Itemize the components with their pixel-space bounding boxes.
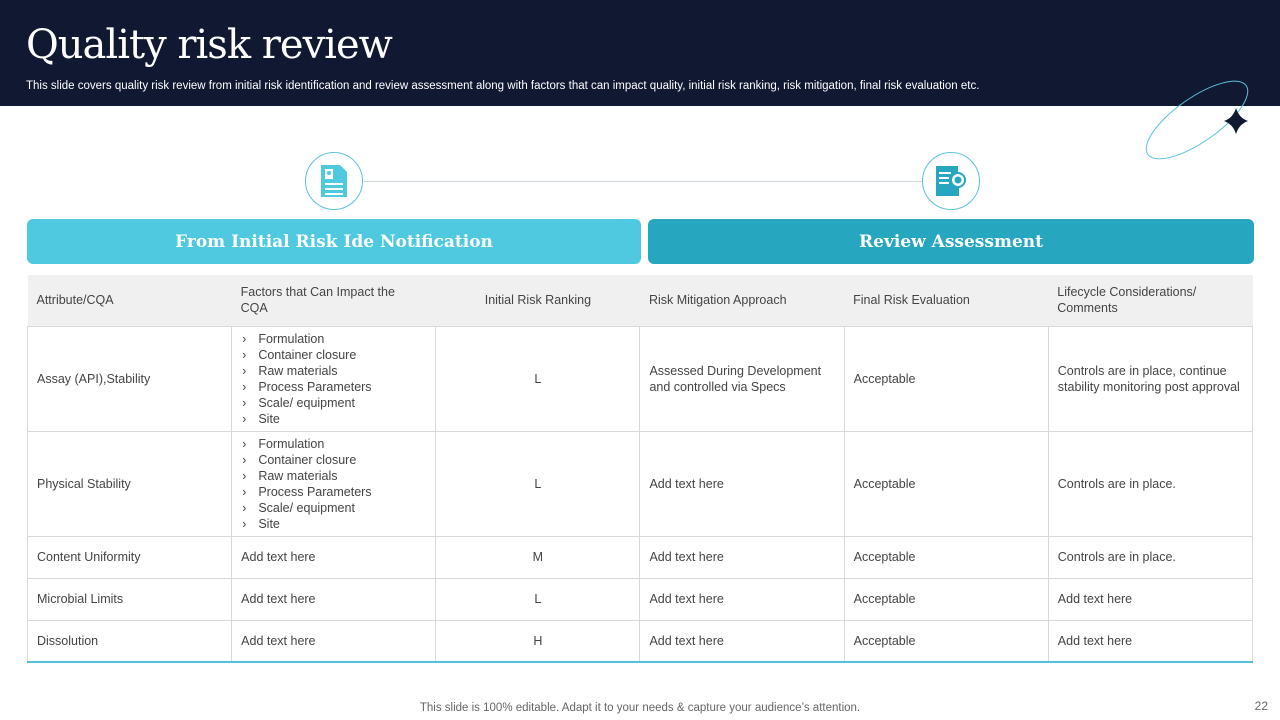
factor-item: Formulation <box>241 436 426 452</box>
table-row: Assay (API),Stability FormulationContain… <box>26 325 1254 432</box>
cell-final-evaluation: Acceptable <box>843 325 1049 432</box>
cell-comments: Controls are in place. <box>1047 535 1254 579</box>
table-row: Physical Stability FormulationContainer … <box>26 430 1254 537</box>
subtitle: This slide covers quality risk review fr… <box>26 80 980 92</box>
table-header-row: Attribute/CQA Factors that Can Impact th… <box>27 275 1253 326</box>
col-header: Lifecycle Considerations/ Comments <box>1048 275 1253 326</box>
cell-factors: FormulationContainer closureRaw material… <box>231 430 437 537</box>
cell-comments: Add text here <box>1047 619 1254 663</box>
page-title: Quality risk review <box>26 22 393 68</box>
factors-text: Add text here <box>241 550 316 564</box>
connector-line <box>364 181 922 182</box>
cell-comments: Controls are in place. <box>1047 430 1254 537</box>
col-header: Factors that Can Impact the CQA <box>231 275 436 326</box>
factor-list: FormulationContainer closureRaw material… <box>241 331 426 427</box>
cell-final-evaluation: Acceptable <box>843 619 1049 663</box>
factor-item: Process Parameters <box>241 379 426 395</box>
cell-risk-ranking: M <box>435 535 641 579</box>
factors-text: Add text here <box>241 592 316 606</box>
cell-final-evaluation: Acceptable <box>843 535 1049 579</box>
cell-attribute: Assay (API),Stability <box>26 325 233 432</box>
factor-item: Container closure <box>241 347 426 363</box>
factor-item: Site <box>241 411 426 427</box>
document-profile-icon <box>305 152 363 210</box>
factor-item: Raw materials <box>241 363 426 379</box>
cell-factors: Add text here <box>231 619 437 663</box>
col-header: Initial Risk Ranking <box>435 275 640 326</box>
factor-item: Formulation <box>241 331 426 347</box>
cell-final-evaluation: Acceptable <box>843 430 1049 537</box>
cell-risk-ranking: L <box>435 325 641 432</box>
col-header: Final Risk Evaluation <box>844 275 1049 326</box>
cell-factors: Add text here <box>231 577 437 621</box>
cell-final-evaluation: Acceptable <box>843 577 1049 621</box>
cell-comments: Controls are in place, continue stabilit… <box>1047 325 1254 432</box>
cell-mitigation: Add text here <box>639 619 845 663</box>
footer-note: This slide is 100% editable. Adapt it to… <box>419 702 861 714</box>
cell-factors: FormulationContainer closureRaw material… <box>231 325 437 432</box>
factor-item: Scale/ equipment <box>241 395 426 411</box>
cell-mitigation: Add text here <box>639 535 845 579</box>
cell-mitigation: Assessed During Development and controll… <box>639 325 845 432</box>
factors-text: Add text here <box>241 633 316 648</box>
band-initial-risk: From Initial Risk Ide Notification <box>27 219 641 264</box>
band-review-assessment: Review Assessment <box>648 219 1254 264</box>
factor-item: Scale/ equipment <box>241 500 426 516</box>
cell-risk-ranking: H <box>435 619 641 663</box>
page-number: 22 <box>1254 699 1268 713</box>
header-bar: Quality risk review This slide covers qu… <box>0 0 1280 106</box>
cell-attribute: Physical Stability <box>26 430 233 537</box>
table-row: Microbial Limits Add text here L Add tex… <box>26 577 1254 621</box>
cell-factors: Add text here <box>231 535 437 579</box>
table-row: Content Uniformity Add text here M Add t… <box>26 535 1254 579</box>
table-row: Dissolution Add text here H Add text her… <box>26 619 1254 663</box>
cell-attribute: Content Uniformity <box>26 535 233 579</box>
cell-risk-ranking: L <box>435 430 641 537</box>
orbit-star-decoration <box>1145 80 1249 160</box>
cell-risk-ranking: L <box>435 577 641 621</box>
factor-list: FormulationContainer closureRaw material… <box>241 436 426 532</box>
cell-mitigation: Add text here <box>639 430 845 537</box>
col-header: Attribute/CQA <box>27 275 232 326</box>
factor-item: Container closure <box>241 452 426 468</box>
cell-attribute: Dissolution <box>26 619 233 663</box>
document-review-icon <box>922 152 980 210</box>
factor-item: Site <box>241 516 426 532</box>
cell-mitigation: Add text here <box>639 577 845 621</box>
risk-table: Attribute/CQA Factors that Can Impact th… <box>26 275 1254 663</box>
factor-item: Raw materials <box>241 468 426 484</box>
col-header: Risk Mitigation Approach <box>639 275 845 326</box>
cell-attribute: Microbial Limits <box>26 577 233 621</box>
factor-item: Process Parameters <box>241 484 426 500</box>
cell-comments: Add text here <box>1047 577 1254 621</box>
